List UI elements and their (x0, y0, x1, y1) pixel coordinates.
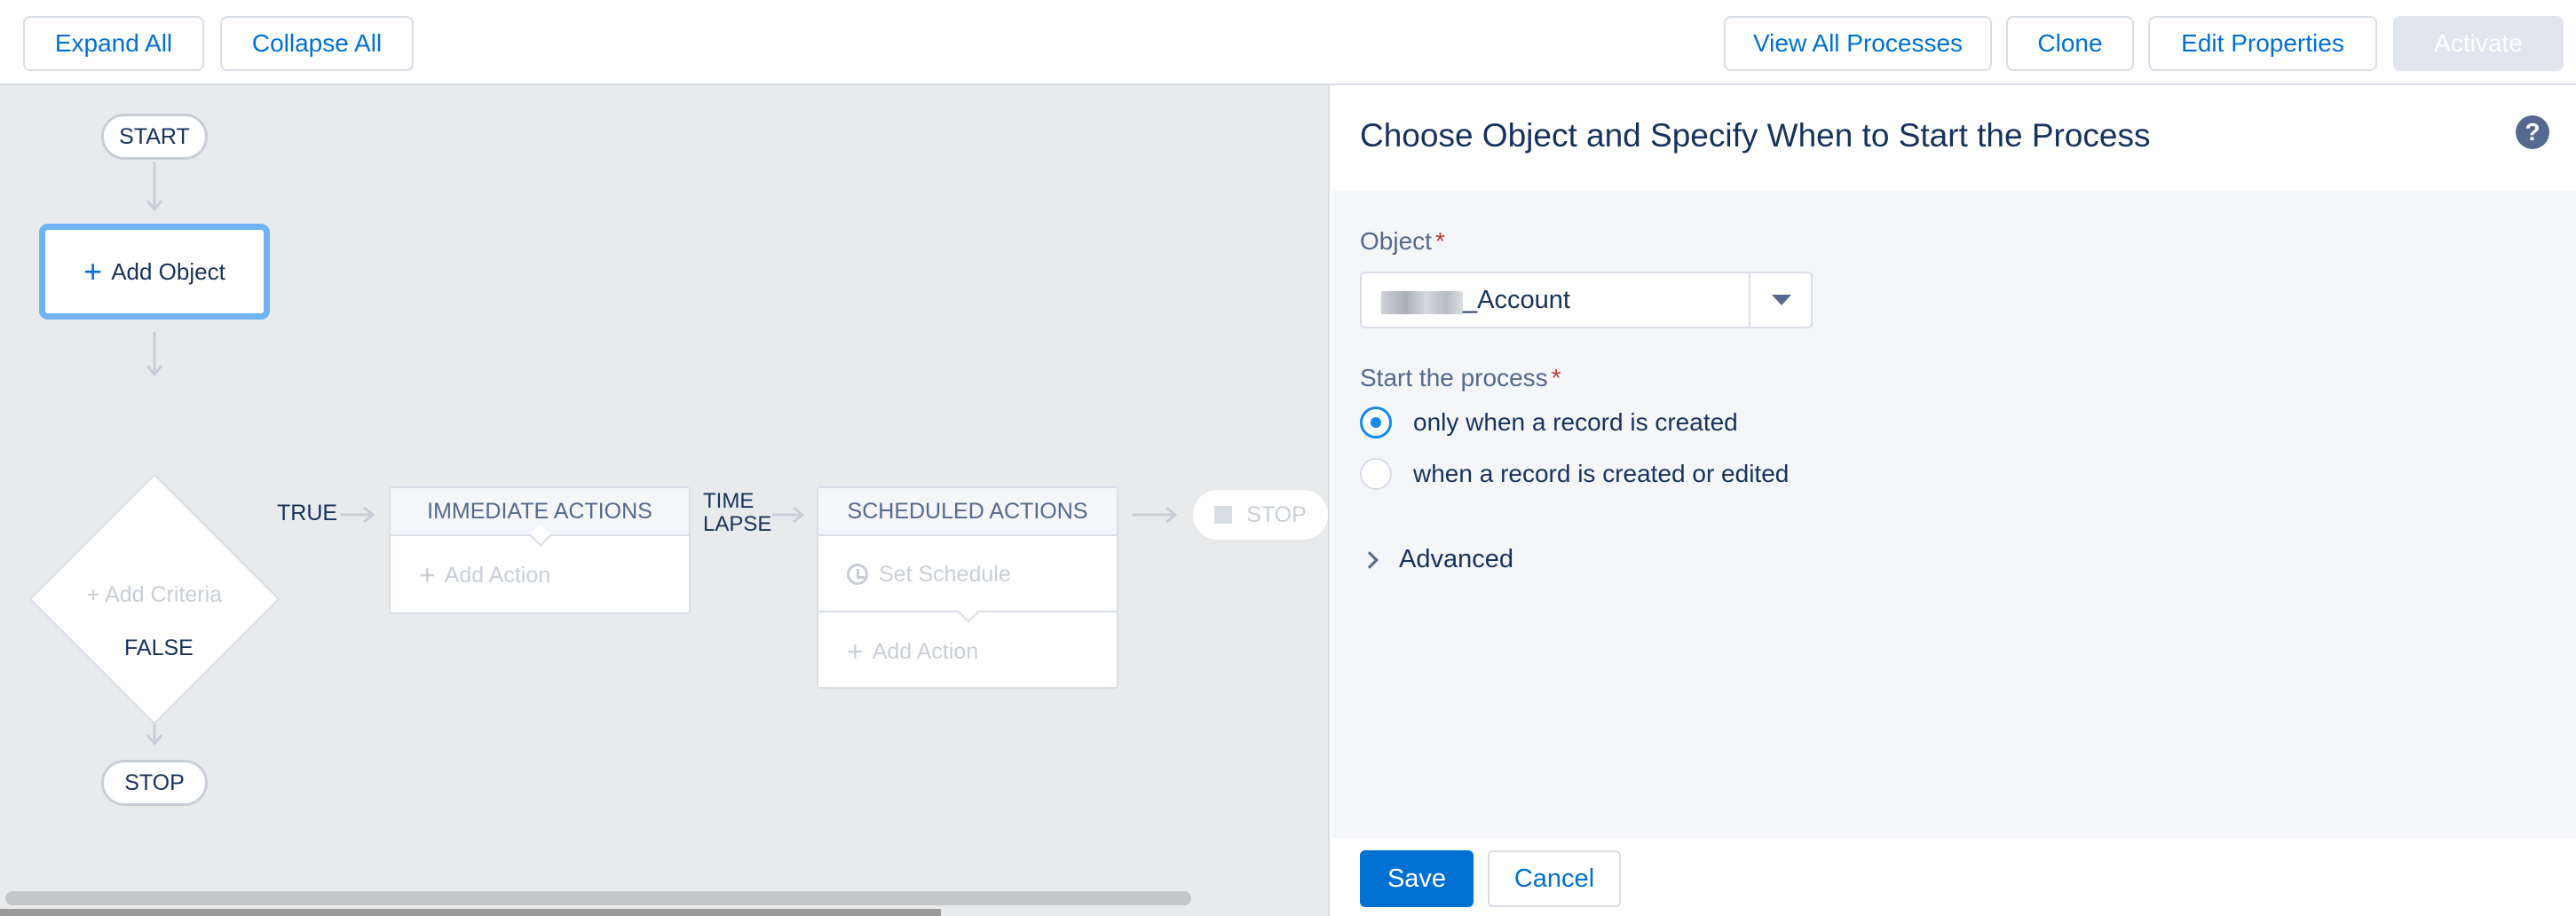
add-object-node[interactable]: + Add Object (39, 224, 270, 320)
object-label: Object * (1360, 227, 1445, 255)
stop-square-icon (1214, 506, 1233, 524)
panel-footer: Save Cancel (1331, 838, 2576, 916)
chevron-down-icon[interactable] (1772, 295, 1791, 305)
start-process-label: Start the process * (1360, 364, 1561, 391)
required-marker: * (1551, 364, 1561, 391)
required-marker: * (1434, 227, 1445, 255)
radio-option-created[interactable]: only when a record is created (1360, 407, 1738, 438)
immediate-add-action[interactable]: + Add Action (391, 538, 689, 612)
help-icon[interactable]: ? (2516, 115, 2549, 149)
chevron-right-icon (1361, 550, 1379, 569)
object-select[interactable]: _Account (1360, 272, 1813, 328)
properties-panel: Choose Object and Specify When to Start … (1331, 85, 2576, 916)
add-object-label: Add Object (111, 257, 225, 285)
activate-button[interactable]: Activate (2393, 16, 2564, 71)
false-label: FALSE (124, 636, 194, 660)
plus-icon: + (419, 559, 436, 591)
collapse-all-button[interactable]: Collapse All (220, 16, 414, 71)
scheduled-actions-title: SCHEDULED ACTIONS (818, 488, 1117, 536)
process-canvas[interactable]: START + Add Object + Add Criteria TRUE F… (0, 85, 1330, 916)
radio-checked-icon[interactable] (1360, 407, 1392, 438)
expand-all-button[interactable]: Expand All (23, 16, 204, 71)
object-select-value: _Account (1463, 286, 1570, 314)
cancel-button[interactable]: Cancel (1488, 850, 1621, 907)
add-criteria-label[interactable]: + Add Criteria (43, 582, 266, 608)
plus-icon: + (86, 582, 106, 607)
clone-button[interactable]: Clone (2006, 16, 2134, 71)
clock-icon (847, 564, 868, 585)
radio-unchecked-icon[interactable] (1360, 458, 1392, 490)
redacted-prefix (1381, 291, 1463, 314)
scheduled-actions-card: SCHEDULED ACTIONS Set Schedule + Add Act… (817, 486, 1118, 689)
process-builder: Expand All Collapse All View All Process… (0, 0, 2576, 916)
plus-icon: + (847, 636, 864, 667)
panel-header: Choose Object and Specify When to Start … (1331, 85, 2576, 190)
scheduled-add-action[interactable]: + Add Action (818, 614, 1117, 689)
view-all-processes-button[interactable]: View All Processes (1724, 16, 1992, 71)
save-button[interactable]: Save (1360, 850, 1474, 907)
panel-title: Choose Object and Specify When to Start … (1360, 117, 2151, 154)
stop-node-right: STOP (1193, 490, 1328, 540)
true-label: TRUE (277, 501, 338, 525)
toolbar: Expand All Collapse All View All Process… (0, 0, 2576, 85)
immediate-actions-card: IMMEDIATE ACTIONS + Add Action (389, 486, 691, 614)
time-lapse-label: TIME LAPSE (703, 489, 772, 536)
start-node: START (101, 114, 208, 160)
select-divider (1749, 273, 1750, 327)
scrollbar-thumb[interactable] (5, 891, 1191, 905)
plus-icon: + (83, 253, 103, 289)
stop-node-bottom: STOP (101, 760, 208, 806)
edit-properties-button[interactable]: Edit Properties (2148, 16, 2377, 71)
window-bottom-edge (0, 909, 941, 916)
advanced-toggle[interactable]: Advanced (1361, 545, 1513, 574)
radio-option-created-or-edited[interactable]: when a record is created or edited (1360, 458, 1789, 490)
